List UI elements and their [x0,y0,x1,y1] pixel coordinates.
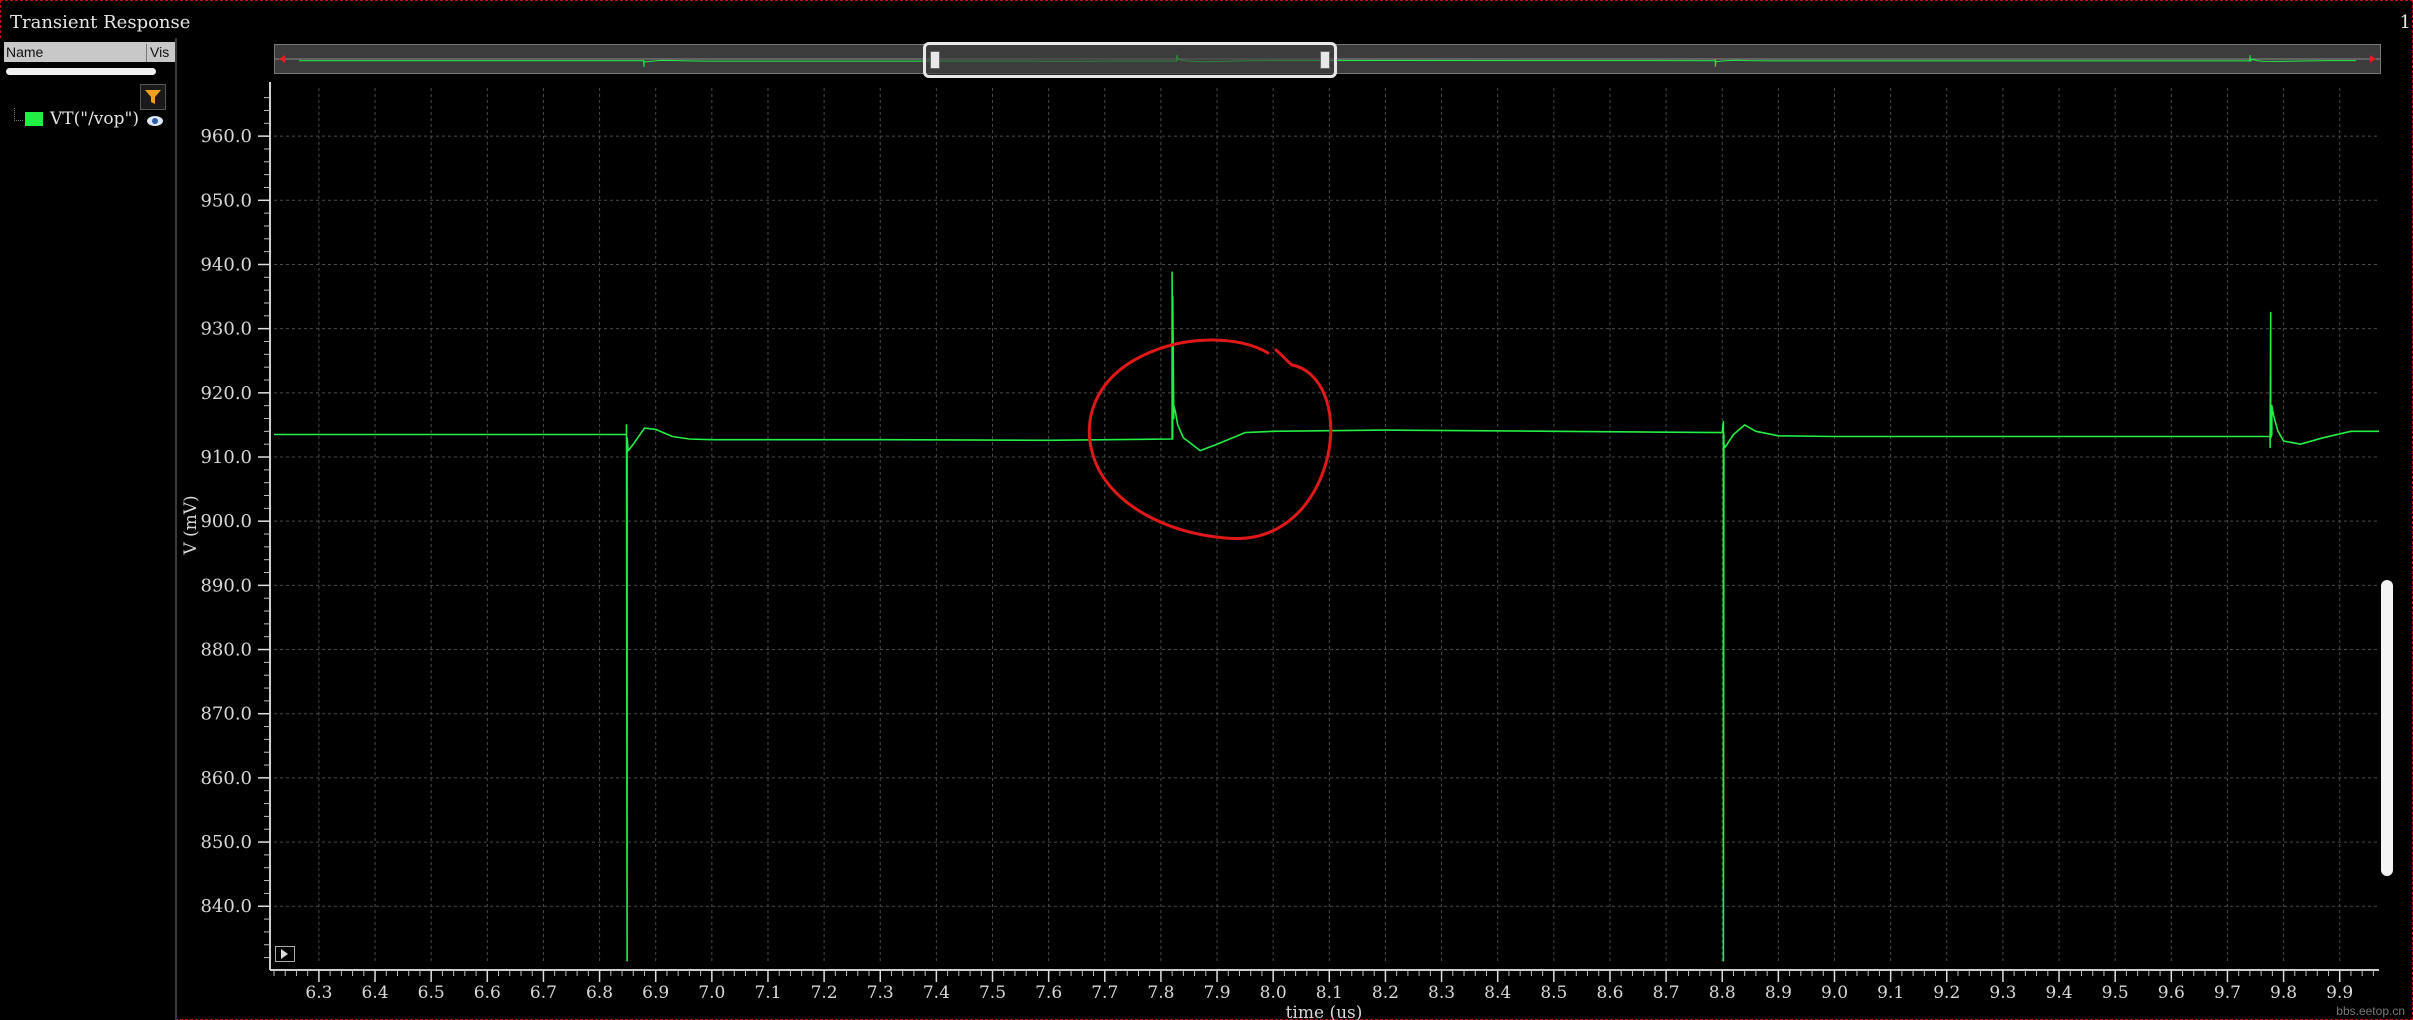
y-tick-label: 900.0 [200,511,252,532]
x-tick-label: 8.6 [1596,983,1623,1003]
x-tick-label: 6.3 [305,983,332,1003]
y-tick-label: 890.0 [200,575,252,596]
x-tick-label: 9.6 [2158,983,2185,1003]
y-tick-label: 840.0 [200,896,252,917]
x-tick-label: 9.8 [2270,983,2297,1003]
x-tick-label: 7.5 [979,983,1006,1003]
vertical-scrollbar[interactable] [2381,580,2393,876]
waveform-plot[interactable]: 840.0 850.0 860.0 870.0 880.0 890.0 900.0 910.0… [0,0,2413,1020]
x-tick-label: 6.7 [530,983,557,1003]
x-tick-label: 9.0 [1821,983,1848,1003]
x-tick-label: 7.6 [1035,983,1062,1003]
y-tick-label: 960.0 [200,126,252,147]
x-axis: 6.3 6.4 6.5 6.6 6.7 6.8 6.9 7.0 7.1 7.2 7.3 7.4 7.5 7… [270,969,2379,1003]
y-tick-label: 870.0 [200,704,252,725]
x-tick-label: 8.9 [1765,983,1792,1003]
x-tick-label: 7.1 [754,983,781,1003]
y-tick-label: 940.0 [200,254,252,275]
plot-grid [274,88,2379,964]
y-axis-label: V (mV) [181,495,201,555]
y-tick-label: 850.0 [200,832,252,853]
x-tick-label: 9.1 [1877,983,1904,1003]
x-tick-label: 6.4 [362,983,389,1003]
x-tick-label: 6.6 [474,983,501,1003]
y-tick-label: 860.0 [200,768,252,789]
x-tick-label: 7.2 [811,983,838,1003]
x-tick-label: 9.5 [2102,983,2129,1003]
x-tick-label: 8.0 [1260,983,1287,1003]
x-tick-label: 7.8 [1147,983,1174,1003]
x-tick-label: 7.9 [1204,983,1231,1003]
y-axis: 840.0 850.0 860.0 870.0 880.0 890.0 900.0 910.0… [200,82,271,970]
y-tick-label: 920.0 [200,383,252,404]
x-tick-label: 8.3 [1428,983,1455,1003]
x-tick-label: 6.9 [642,983,669,1003]
x-tick-label: 9.7 [2214,983,2241,1003]
y-tick-label: 880.0 [200,640,252,661]
x-tick-label: 7.4 [923,983,950,1003]
x-tick-label: 6.8 [586,983,613,1003]
play-icon[interactable] [275,946,295,962]
x-tick-label: 7.3 [867,983,894,1003]
x-tick-label: 8.5 [1540,983,1567,1003]
x-tick-label: 7.7 [1091,983,1118,1003]
series-line [274,271,2379,962]
x-tick-label: 8.2 [1372,983,1399,1003]
x-tick-label: 9.2 [1933,983,1960,1003]
x-tick-label: 6.5 [418,983,445,1003]
x-tick-label: 8.1 [1316,983,1343,1003]
x-tick-label: 9.4 [2046,983,2073,1003]
watermark: bbs.eetop.cn [2336,1004,2405,1018]
x-tick-label: 8.7 [1653,983,1680,1003]
y-tick-label: 930.0 [200,319,252,340]
x-tick-label: 8.4 [1484,983,1511,1003]
y-tick-label: 950.0 [200,190,252,211]
x-tick-label: 7.0 [698,983,725,1003]
x-axis-label: time (us) [1286,1003,1363,1020]
x-tick-label: 9.3 [1989,983,2016,1003]
x-tick-label: 9.9 [2326,983,2353,1003]
x-tick-label: 8.8 [1709,983,1736,1003]
plot-traces [274,271,2379,962]
y-tick-label: 910.0 [200,447,252,468]
